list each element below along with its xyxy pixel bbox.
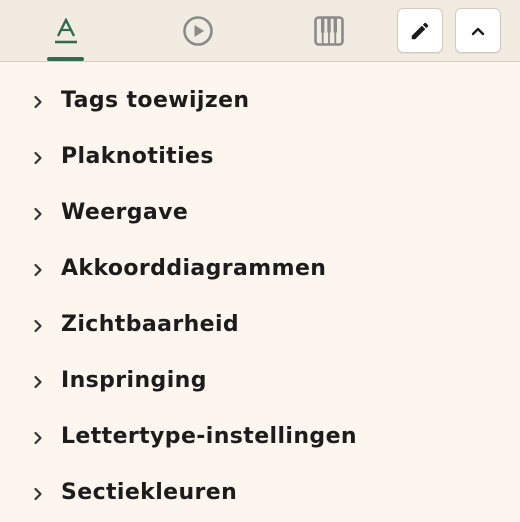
section-label: Lettertype-instellingen (61, 424, 357, 449)
text-format-icon (55, 17, 77, 43)
chevron-right-icon (34, 319, 42, 333)
tab-piano[interactable] (299, 0, 359, 61)
chevron-right-icon (34, 375, 42, 389)
section-weergave[interactable]: Weergave (0, 186, 520, 242)
section-label: Weergave (61, 200, 189, 225)
piano-keys-icon (314, 15, 344, 46)
section-label: Tags toewijzen (61, 88, 250, 113)
active-tab-indicator (47, 57, 84, 61)
chevron-right-icon (34, 207, 42, 221)
section-inspringing[interactable]: Inspringing (0, 354, 520, 410)
section-label: Plaknotities (61, 144, 214, 169)
chevron-right-icon (34, 263, 42, 277)
section-zichtbaarheid[interactable]: Zichtbaarheid (0, 298, 520, 354)
tab-playback[interactable] (168, 0, 228, 61)
section-label: Zichtbaarheid (61, 312, 240, 337)
settings-section-list: Tags toewijzen Plaknotities Weergave Akk… (0, 74, 520, 522)
chevron-right-icon (34, 151, 42, 165)
section-akkoorddiagrammen[interactable]: Akkoorddiagrammen (0, 242, 520, 298)
section-label: Sectiekleuren (61, 480, 238, 505)
section-lettertype-instellingen[interactable]: Lettertype-instellingen (0, 410, 520, 466)
chevron-right-icon (34, 431, 42, 445)
toolbar (0, 0, 520, 62)
collapse-button[interactable] (455, 8, 501, 53)
play-circle-icon (183, 15, 213, 46)
tab-text-format[interactable] (36, 0, 96, 61)
pencil-icon (411, 22, 429, 39)
chevron-right-icon (34, 95, 42, 109)
chevron-right-icon (34, 487, 42, 501)
chevron-up-icon (471, 27, 485, 35)
section-tags-toewijzen[interactable]: Tags toewijzen (0, 74, 520, 130)
section-plaknotities[interactable]: Plaknotities (0, 130, 520, 186)
section-label: Akkoorddiagrammen (61, 256, 327, 281)
section-label: Inspringing (61, 368, 207, 393)
edit-button[interactable] (397, 8, 443, 53)
